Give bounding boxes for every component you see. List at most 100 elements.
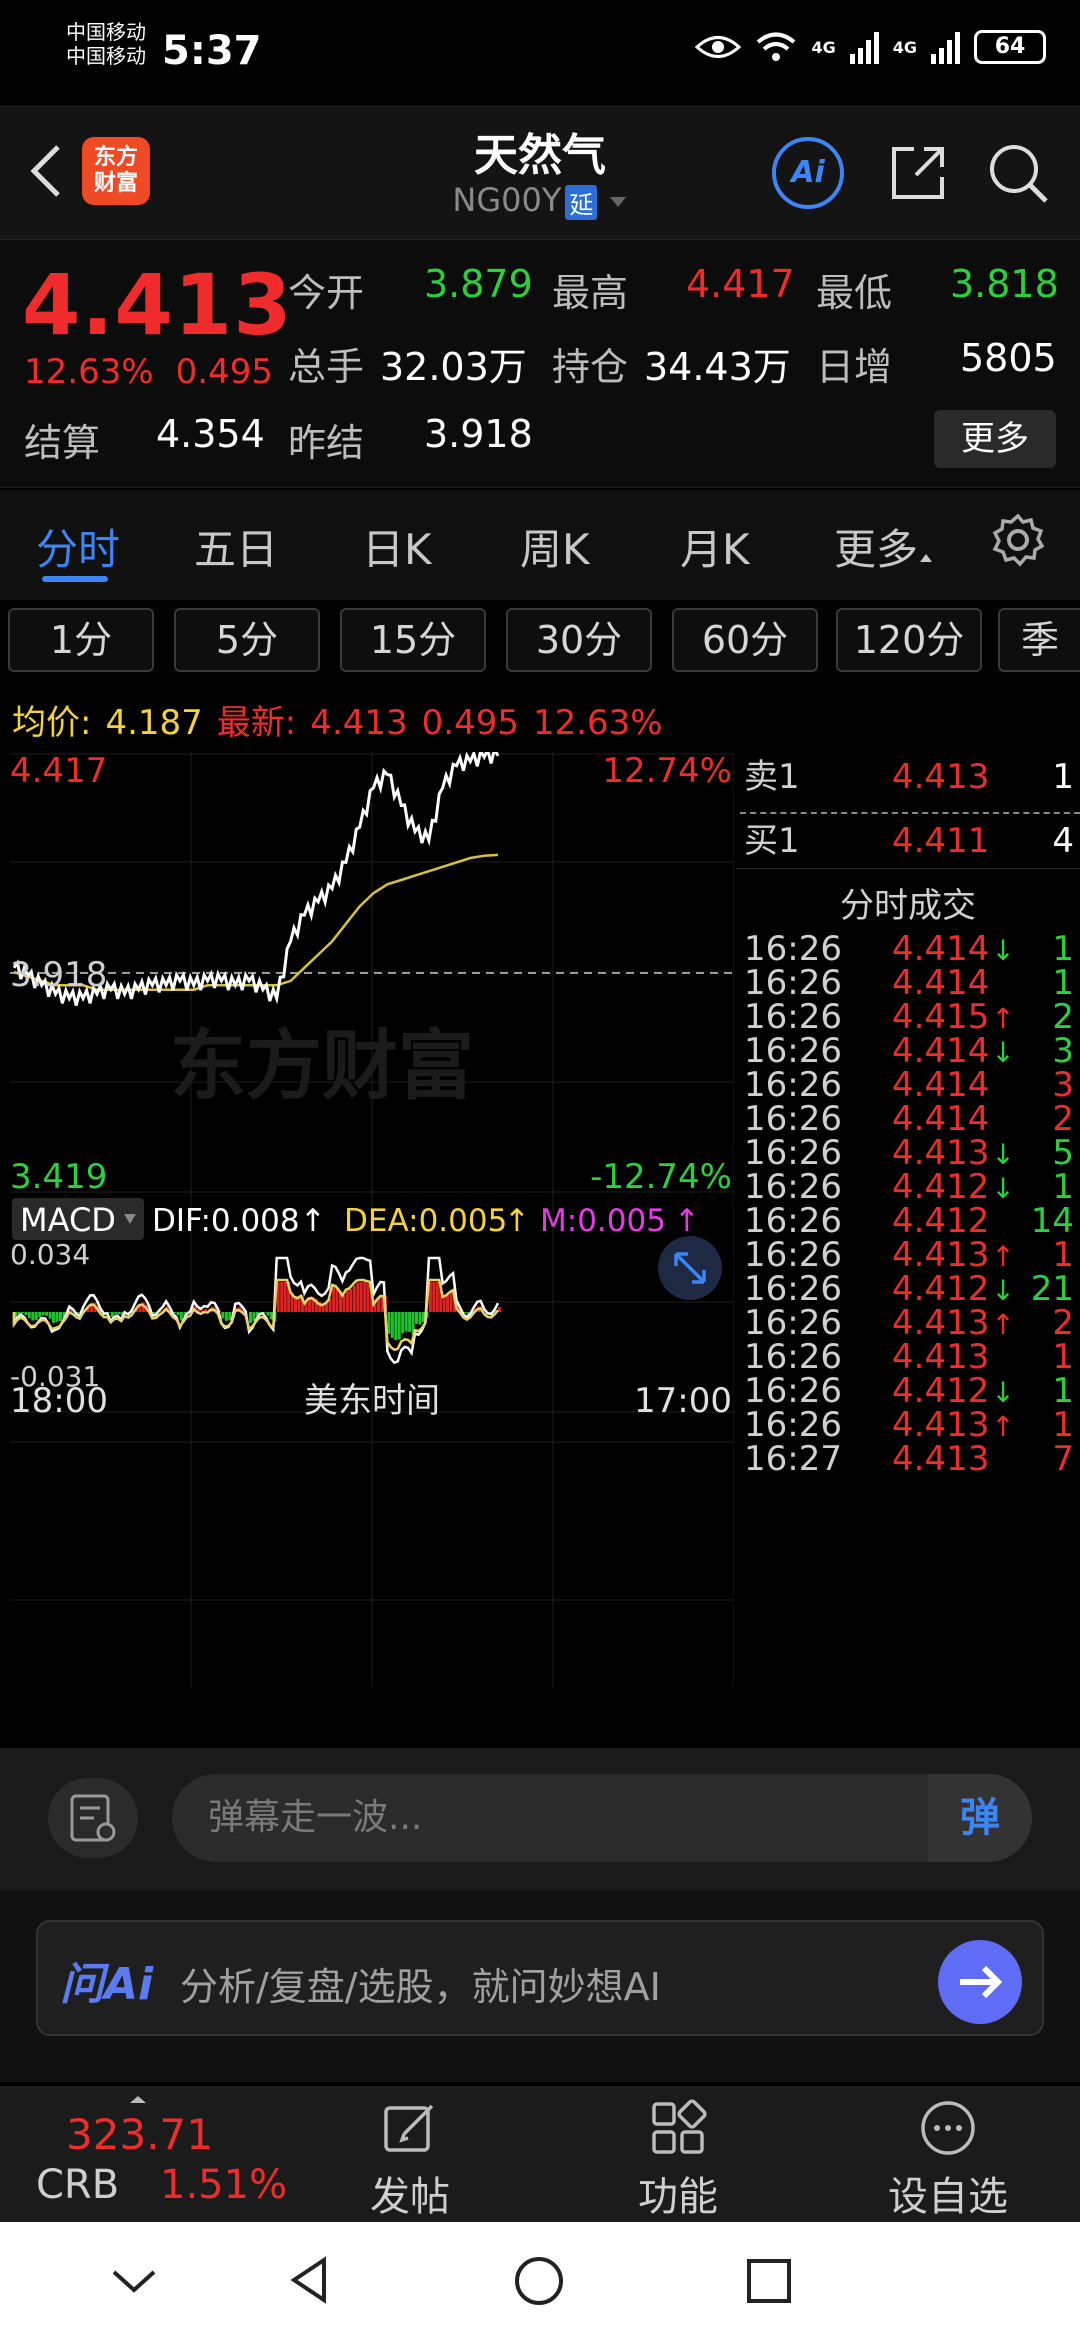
danmu-input[interactable]: 弹幕走一波... bbox=[172, 1774, 1032, 1862]
bid-label: 买1 bbox=[744, 821, 800, 861]
edit-icon bbox=[384, 2104, 434, 2152]
macd-bar bbox=[363, 1282, 367, 1312]
tab-daily-k[interactable]: 日K bbox=[362, 516, 432, 577]
volume-label: 总手 bbox=[288, 345, 365, 389]
change-row: 12.63% 0.495 bbox=[24, 352, 273, 392]
more-quote-button[interactable]: 更多 bbox=[934, 410, 1056, 468]
nav-home-button[interactable] bbox=[512, 2254, 566, 2308]
intraday-chart[interactable]: 东方财富 4.417 12.74% 3.918 3.419 -12.74% MA… bbox=[10, 752, 734, 1742]
oi-change-label: 日增 bbox=[816, 345, 893, 389]
interval-row: 1分 5分 15分 30分 60分 120分 季 bbox=[0, 600, 1080, 688]
post-label: 发帖 bbox=[370, 2174, 450, 2220]
functions-button[interactable]: 功能 bbox=[608, 2098, 748, 2222]
macd-bar bbox=[345, 1290, 349, 1312]
macd-bar bbox=[397, 1312, 401, 1340]
ask-ai-bar[interactable]: 问Ai 分析/复盘/选股，就问妙想AI bbox=[36, 1920, 1044, 2036]
post-button[interactable]: 发帖 bbox=[340, 2098, 480, 2222]
trade-volume: 1 bbox=[1052, 929, 1074, 969]
macd-bar bbox=[114, 1312, 118, 1315]
interval-5min[interactable]: 5分 bbox=[174, 608, 320, 672]
tab-more-label: 更多 bbox=[834, 525, 919, 574]
status-icons: 4G 4G 64 bbox=[695, 30, 1046, 64]
trade-time: 16:26 bbox=[744, 1337, 842, 1377]
tab-five-day[interactable]: 五日 bbox=[194, 516, 278, 577]
back-button[interactable] bbox=[22, 141, 72, 201]
danmu-settings-icon bbox=[70, 1794, 116, 1842]
macd-bar bbox=[117, 1312, 121, 1315]
period-tabs: 分时 五日 日K 周K 月K 更多 bbox=[0, 490, 1080, 600]
nav-hide-keyboard-button[interactable] bbox=[108, 2260, 160, 2300]
quote-panel: 4.413 12.63% 0.495 今开 3.879 最高 4.417 最低 3… bbox=[0, 240, 1080, 488]
latest-change: 0.495 bbox=[421, 703, 519, 743]
trade-time: 16:26 bbox=[744, 929, 842, 969]
macd-bar bbox=[418, 1312, 422, 1325]
trade-direction-icon: ↑ bbox=[991, 1308, 1015, 1341]
add-watchlist-button[interactable]: 设自选 bbox=[878, 2098, 1018, 2222]
search-button[interactable] bbox=[986, 141, 1050, 205]
macd-bar bbox=[249, 1312, 253, 1323]
open-interest-value: 34.43万 bbox=[644, 345, 791, 389]
comment-bar: 弹幕走一波... 弹 bbox=[0, 1748, 1080, 1890]
network-type-1: 4G bbox=[811, 37, 836, 57]
open-interest-label: 持仓 bbox=[552, 345, 629, 389]
macd-bar bbox=[27, 1312, 31, 1319]
tab-weekly-k[interactable]: 周K bbox=[520, 516, 590, 577]
trade-time: 16:26 bbox=[744, 1235, 842, 1275]
trade-row: 16:26 4.414 1 bbox=[744, 966, 1074, 1000]
interval-30min[interactable]: 30分 bbox=[506, 608, 652, 672]
interval-quarter[interactable]: 季 bbox=[998, 608, 1080, 672]
danmu-toggle-button[interactable]: 弹 bbox=[928, 1774, 1032, 1862]
ai-button[interactable]: Ai bbox=[772, 137, 844, 209]
trade-price-value: 4.413 bbox=[892, 1439, 990, 1479]
interval-15min[interactable]: 15分 bbox=[340, 608, 486, 672]
nav-recents-button[interactable] bbox=[744, 2256, 794, 2306]
tab-more[interactable]: 更多 bbox=[834, 516, 934, 577]
settle-value: 4.354 bbox=[156, 412, 265, 456]
interval-60min[interactable]: 60分 bbox=[672, 608, 818, 672]
trade-time: 16:26 bbox=[744, 1133, 842, 1173]
macd-bar bbox=[432, 1282, 436, 1312]
trade-row: 16:26 4.415↑ 2 bbox=[744, 1000, 1074, 1035]
trade-time: 16:26 bbox=[744, 1303, 842, 1343]
chart-settings-button[interactable] bbox=[990, 512, 1046, 568]
grid-icon bbox=[652, 2099, 707, 2154]
nav-back-button[interactable] bbox=[284, 2254, 336, 2306]
macd-bar bbox=[404, 1312, 408, 1332]
trade-volume: 1 bbox=[1052, 1405, 1074, 1445]
expand-chart-button[interactable] bbox=[658, 1236, 722, 1300]
ask-ai-submit-button[interactable] bbox=[938, 1940, 1022, 2024]
app-logo: 东方 财富 bbox=[82, 137, 150, 205]
share-button[interactable] bbox=[886, 141, 950, 205]
trade-time: 16:26 bbox=[744, 1031, 842, 1071]
tab-intraday[interactable]: 分时 bbox=[36, 516, 120, 577]
active-tab-indicator bbox=[42, 576, 108, 582]
trade-row: 16:26 4.413↑ 2 bbox=[744, 1303, 1074, 1343]
danmu-settings-button[interactable] bbox=[48, 1778, 138, 1858]
m-arrow-icon: ↑ bbox=[674, 1203, 700, 1239]
caret-up-small-icon bbox=[130, 2096, 146, 2103]
clock: 5:37 bbox=[162, 28, 262, 74]
macd-bar bbox=[283, 1282, 287, 1312]
contract-selector[interactable]: NG00Y 延 bbox=[340, 181, 740, 220]
bid-row: 买1 4.411 4 bbox=[744, 816, 1074, 866]
caret-down-icon bbox=[609, 197, 626, 207]
interval-120min[interactable]: 120分 bbox=[836, 608, 982, 672]
trade-time: 16:26 bbox=[744, 1201, 842, 1241]
trade-time: 16:26 bbox=[744, 1371, 842, 1411]
macd-bar bbox=[366, 1283, 370, 1312]
macd-bar bbox=[31, 1312, 35, 1321]
wifi-icon bbox=[757, 32, 796, 61]
time-axis-zone: 美东时间 bbox=[304, 1381, 440, 1421]
trade-row: 16:27 4.413 7 bbox=[744, 1442, 1074, 1476]
oi-change-value: 5805 bbox=[960, 336, 1057, 380]
trade-row: 16:26 4.412↓ 1 bbox=[744, 1170, 1074, 1205]
bid-price: 4.411 bbox=[892, 821, 990, 861]
trade-volume: 1 bbox=[1052, 963, 1074, 1003]
tab-monthly-k[interactable]: 月K bbox=[680, 516, 750, 577]
trade-volume: 1 bbox=[1052, 1371, 1074, 1411]
macd-bar bbox=[352, 1285, 356, 1312]
ask-ai-prompt: 分析/复盘/选股，就问妙想AI bbox=[180, 1965, 661, 2009]
interval-1min[interactable]: 1分 bbox=[8, 608, 154, 672]
macd-bar bbox=[58, 1312, 62, 1321]
last-price: 4.413 bbox=[22, 256, 293, 354]
